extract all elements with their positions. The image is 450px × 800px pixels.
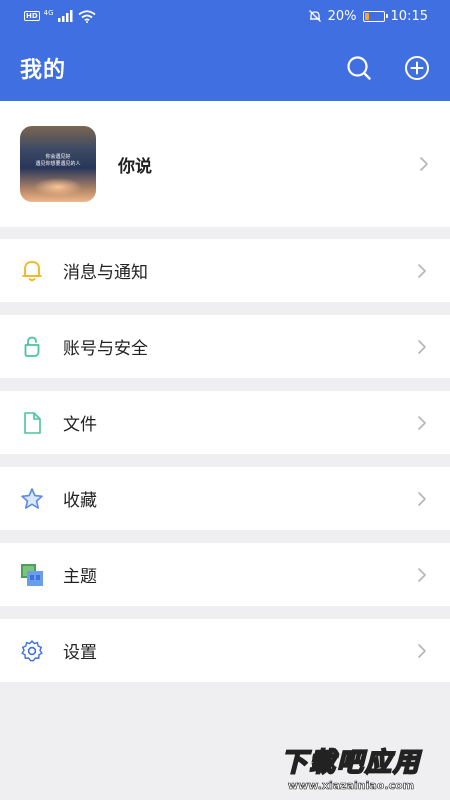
menu-label-notifications: 消息与通知 [63,263,148,283]
profile-card[interactable]: 你会遇见好 遇见你想要遇见的人 你说 [0,101,450,227]
chevron-right-icon [418,263,426,278]
watermark: 下载吧应用 www.xiazainiao.com [262,742,440,792]
battery-icon [362,10,388,22]
chevron-right-icon [418,567,426,582]
watermark-title: 下载吧应用 [280,747,421,779]
avatar-caption-line1: 你会遇见好 [45,154,71,160]
chevron-right-icon [418,491,426,506]
menu-label-theme: 主题 [63,567,97,587]
star-icon [20,487,44,511]
avatar: 你会遇见好 遇见你想要遇见的人 [20,126,96,202]
search-button[interactable] [344,53,374,83]
chevron-right-icon [418,643,426,658]
clock: 10:15 [390,8,428,24]
menu-item-settings[interactable]: 设置 [0,619,450,682]
menu-item-files[interactable]: 文件 [0,391,450,454]
mute-bell-icon [308,10,321,22]
title-bar: 我的 [0,44,450,92]
file-icon [20,411,44,435]
wifi-icon [77,9,96,23]
menu-label-files: 文件 [63,415,97,435]
signal-icon [57,10,73,22]
theme-icon [20,563,44,587]
lock-icon [20,335,44,359]
status-bar-right: 20% 10:15 [308,9,428,24]
network-type: 4G [43,9,54,17]
page-title: 我的 [20,58,67,83]
battery-percent: 20% [327,8,357,24]
menu-label-favorites: 收藏 [63,491,97,511]
menu-label-account-security: 账号与安全 [63,339,148,359]
status-bar-left: HD 4G [24,9,96,23]
avatar-cloud [34,178,82,196]
profile-name: 你说 [118,156,152,177]
add-circle-icon [405,56,429,80]
hd-badge: HD [24,11,40,21]
menu-item-account-security[interactable]: 账号与安全 [0,315,450,378]
chevron-right-icon [418,339,426,354]
gear-icon [20,639,44,663]
menu-label-settings: 设置 [63,643,97,663]
watermark-url: www.xiazainiao.com [287,779,415,793]
avatar-caption-line2: 遇见你想要遇见的人 [35,161,81,167]
search-icon [347,56,371,80]
status-bar: HD 4G 20% 10:15 [0,0,450,32]
menu-item-favorites[interactable]: 收藏 [0,467,450,530]
avatar-caption: 你会遇见好 遇见你想要遇见的人 [20,154,96,168]
menu-item-theme[interactable]: 主题 [0,543,450,606]
chevron-right-icon [420,157,428,171]
add-button[interactable] [402,53,432,83]
bell-icon [20,259,44,283]
app-header: HD 4G 20% 10:15 我的 [0,0,450,101]
battery-fill [364,12,369,20]
menu-item-notifications[interactable]: 消息与通知 [0,239,450,302]
chevron-right-icon [418,415,426,430]
